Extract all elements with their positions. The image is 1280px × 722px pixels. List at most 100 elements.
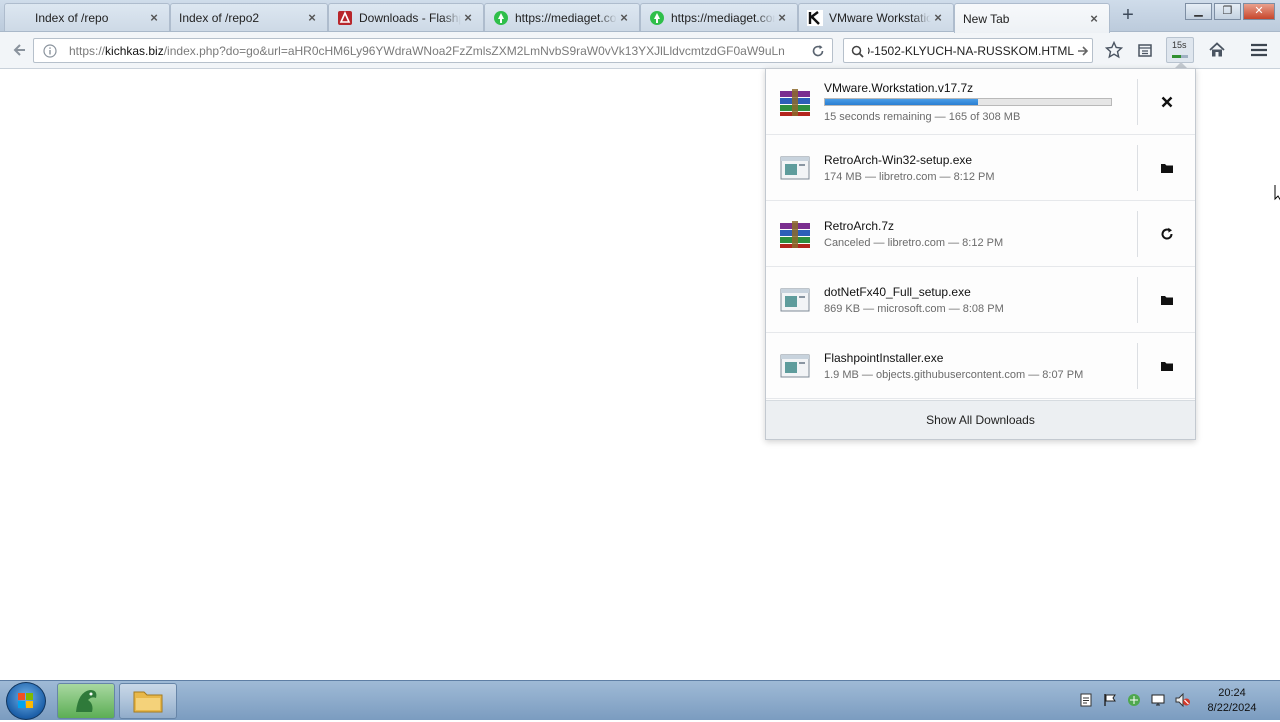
tab-label: VMware Workstation xyxy=(829,10,931,25)
tab-label: https://mediaget.com xyxy=(515,10,617,25)
download-item-dotnetfx[interactable]: dotNetFx40_Full_setup.exe 869 KB — micro… xyxy=(766,267,1195,333)
page-icon xyxy=(13,10,29,26)
search-go-arrow-icon[interactable] xyxy=(1072,40,1094,62)
tab-label: Index of /repo2 xyxy=(179,10,260,25)
taskbar: 20:24 8/22/2024 xyxy=(0,680,1280,720)
tab-label: Index of /repo xyxy=(35,10,109,25)
download-status: 15 seconds remaining — 165 of 308 MB xyxy=(824,111,1021,123)
close-window-button[interactable]: ✕ xyxy=(1243,3,1275,20)
search-bar[interactable]: RO-1502-KLYUCH-NA-RUSSKOM.HTML xyxy=(843,38,1093,63)
open-folder-icon[interactable] xyxy=(1154,155,1180,181)
search-icon xyxy=(846,40,868,62)
file-name: VMware.Workstation.v17.7z xyxy=(824,81,974,95)
start-button[interactable] xyxy=(6,682,46,720)
url-prefix: https:// xyxy=(69,44,106,58)
close-tab-icon[interactable]: × xyxy=(461,10,475,25)
toolbar-download-progress xyxy=(1172,55,1188,58)
tab-new-tab[interactable]: New Tab × xyxy=(954,3,1110,33)
back-arrow-icon[interactable] xyxy=(9,39,31,61)
download-item-vmware[interactable]: VMware.Workstation.v17.7z 15 seconds rem… xyxy=(766,69,1195,135)
file-name: dotNetFx40_Full_setup.exe xyxy=(824,285,971,299)
show-all-downloads-button[interactable]: Show All Downloads xyxy=(766,400,1195,439)
menu-hamburger-icon[interactable] xyxy=(1248,39,1270,61)
tab-label: New Tab xyxy=(963,11,1010,26)
download-status: 1.9 MB — objects.githubusercontent.com —… xyxy=(824,369,1084,381)
action-separator xyxy=(1137,79,1138,125)
action-separator xyxy=(1137,211,1138,257)
download-time-remaining: 15s xyxy=(1172,40,1187,50)
download-status: Canceled — libretro.com — 8:12 PM xyxy=(824,237,1004,249)
k-icon xyxy=(807,9,823,26)
tray-volume-muted-icon[interactable] xyxy=(1175,692,1190,708)
url-path: /index.php?do=go&url=aHR0cHM6Ly96YWdraWN… xyxy=(163,44,785,58)
cancel-download-icon[interactable] xyxy=(1154,89,1180,115)
file-name: FlashpointInstaller.exe xyxy=(824,351,944,365)
action-separator xyxy=(1137,343,1138,389)
show-all-downloads-label: Show All Downloads xyxy=(926,413,1035,427)
retry-download-icon[interactable] xyxy=(1154,221,1180,247)
reading-list-icon[interactable] xyxy=(1134,39,1156,61)
mediaget-icon xyxy=(493,10,509,26)
open-folder-icon[interactable] xyxy=(1154,287,1180,313)
close-tab-icon[interactable]: × xyxy=(775,10,789,25)
download-item-retroarch-setup[interactable]: RetroArch-Win32-setup.exe 174 MB — libre… xyxy=(766,135,1195,201)
mouse-cursor-icon xyxy=(1274,184,1280,205)
tray-flag-icon[interactable] xyxy=(1103,693,1117,707)
taskbar-app-explorer[interactable] xyxy=(119,683,177,719)
tab-strip: Index of /repo × Index of /repo2 × Downl… xyxy=(0,0,1280,33)
action-separator xyxy=(1137,277,1138,323)
tab-mediaget-2[interactable]: https://mediaget.com × xyxy=(640,3,798,31)
download-status: 174 MB — libretro.com — 8:12 PM xyxy=(824,171,995,183)
bookmark-star-icon[interactable] xyxy=(1103,39,1125,61)
archive-icon xyxy=(778,219,812,249)
exe-icon xyxy=(778,285,812,315)
mediaget-icon xyxy=(649,10,665,26)
close-tab-icon[interactable]: × xyxy=(305,10,319,25)
restore-window-button[interactable]: ❐ xyxy=(1214,3,1241,20)
tab-index-of-repo2[interactable]: Index of /repo2 × xyxy=(170,3,328,31)
url-domain: kichkas.biz xyxy=(105,44,164,58)
download-item-retroarch-7z[interactable]: RetroArch.7z Canceled — libretro.com — 8… xyxy=(766,201,1195,267)
tab-vmware-workstation[interactable]: VMware Workstation × xyxy=(798,3,954,31)
dragon-app-icon xyxy=(76,690,97,712)
url-bar[interactable]: https://kichkas.biz/index.php?do=go&url=… xyxy=(33,38,833,63)
downloads-button[interactable]: 15s xyxy=(1166,37,1194,63)
tray-monitor-icon[interactable] xyxy=(1151,693,1165,707)
flashpoint-icon xyxy=(337,10,353,26)
file-name: RetroArch-Win32-setup.exe xyxy=(824,153,973,167)
download-item-flashpoint-installer[interactable]: FlashpointInstaller.exe 1.9 MB — objects… xyxy=(766,333,1195,399)
search-input[interactable]: RO-1502-KLYUCH-NA-RUSSKOM.HTML xyxy=(868,44,1074,58)
taskbar-clock[interactable]: 20:24 8/22/2024 xyxy=(1196,686,1268,716)
tab-label: https://mediaget.com xyxy=(671,10,775,25)
tab-index-of-repo[interactable]: Index of /repo × xyxy=(4,3,170,31)
tab-label: Downloads - Flashpoint xyxy=(359,10,461,25)
exe-icon xyxy=(778,153,812,183)
folder-icon xyxy=(133,691,163,713)
home-icon[interactable] xyxy=(1206,39,1228,61)
navigation-toolbar: https://kichkas.biz/index.php?do=go&url=… xyxy=(0,32,1280,69)
open-folder-icon[interactable] xyxy=(1154,353,1180,379)
clock-date: 8/22/2024 xyxy=(1207,702,1257,714)
minimize-window-button[interactable]: ▁ xyxy=(1185,3,1212,20)
download-progress-bar xyxy=(824,98,1112,106)
file-name: RetroArch.7z xyxy=(824,219,895,233)
action-separator xyxy=(1137,145,1138,191)
tab-downloads-flashpoint[interactable]: Downloads - Flashpoint × xyxy=(328,3,484,31)
close-tab-icon[interactable]: × xyxy=(931,10,945,25)
site-info-icon[interactable] xyxy=(39,40,61,62)
reload-icon[interactable] xyxy=(807,40,829,62)
tray-network-icon[interactable] xyxy=(1127,693,1141,707)
tab-mediaget-1[interactable]: https://mediaget.com × xyxy=(484,3,640,31)
close-tab-icon[interactable]: × xyxy=(1087,11,1101,26)
close-tab-icon[interactable]: × xyxy=(147,10,161,25)
download-status: 869 KB — microsoft.com — 8:08 PM xyxy=(824,303,1004,315)
clock-time: 20:24 xyxy=(1218,687,1246,699)
archive-icon xyxy=(778,87,812,117)
url-text[interactable]: https://kichkas.biz/index.php?do=go&url=… xyxy=(69,44,809,58)
new-tab-plus-icon[interactable]: + xyxy=(1119,5,1137,25)
tray-document-icon[interactable] xyxy=(1079,693,1093,707)
windows-logo-icon xyxy=(18,693,33,708)
close-tab-icon[interactable]: × xyxy=(617,10,631,25)
taskbar-app-dragon[interactable] xyxy=(57,683,115,719)
exe-icon xyxy=(778,351,812,381)
